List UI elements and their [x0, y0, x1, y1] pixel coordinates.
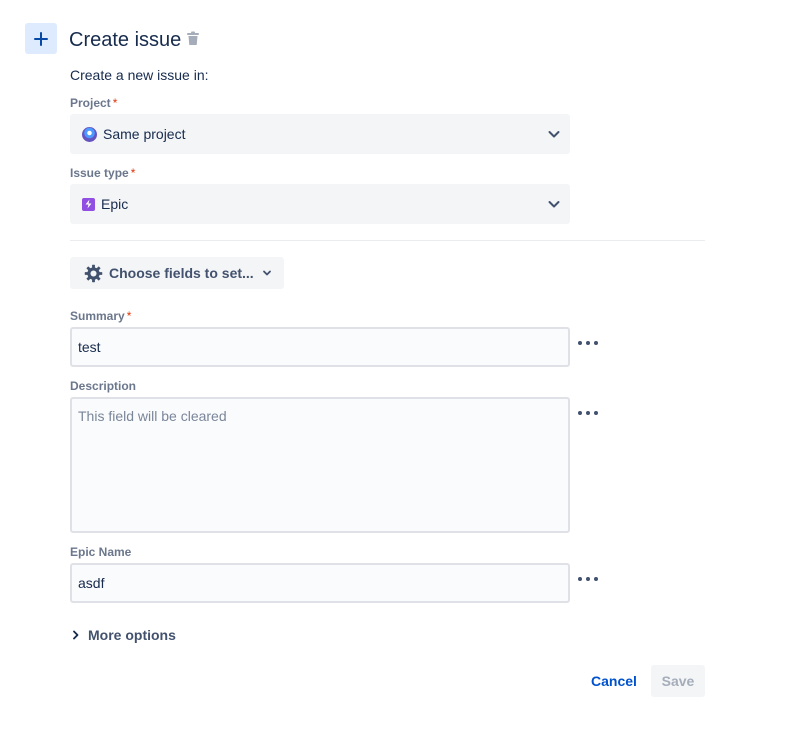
save-button[interactable]: Save — [651, 665, 705, 697]
required-mark: * — [112, 96, 118, 110]
issue-type-select-value: Epic — [101, 196, 129, 212]
summary-more-actions-button[interactable] — [578, 337, 598, 349]
project-avatar-icon — [82, 126, 97, 142]
description-label: Description — [70, 379, 137, 393]
more-options-label: More options — [88, 627, 176, 643]
project-select[interactable]: Same project — [70, 114, 570, 154]
summary-input[interactable]: test — [70, 327, 570, 367]
page-title: Create issue — [69, 29, 182, 51]
description-textarea[interactable]: This field will be cleared — [70, 397, 570, 533]
choose-fields-label: Choose fields to set... — [109, 265, 254, 281]
plus-icon[interactable] — [25, 23, 57, 54]
required-mark: * — [126, 309, 132, 323]
trash-icon[interactable] — [186, 31, 200, 46]
more-options-toggle[interactable]: More options — [72, 626, 176, 644]
divider — [70, 240, 705, 241]
chevron-down-icon — [548, 201, 560, 208]
chevron-down-icon — [548, 131, 560, 138]
chevron-down-icon — [262, 270, 271, 276]
required-mark: * — [130, 166, 136, 180]
cancel-button[interactable]: Cancel — [585, 665, 643, 697]
description-more-actions-button[interactable] — [578, 407, 598, 419]
project-label: Project * — [70, 96, 118, 110]
intro-text: Create a new issue in: — [70, 67, 209, 83]
choose-fields-button[interactable]: Choose fields to set... — [70, 257, 284, 289]
epic-name-input[interactable]: asdf — [70, 563, 570, 603]
create-issue-panel: Create issue Create a new issue in: Proj… — [0, 0, 790, 740]
gear-icon — [84, 264, 103, 282]
chevron-right-icon — [73, 630, 79, 640]
issue-type-select[interactable]: Epic — [70, 184, 570, 224]
summary-label: Summary * — [70, 309, 132, 323]
epic-name-label: Epic Name — [70, 545, 132, 559]
project-select-value: Same project — [103, 126, 186, 142]
epic-icon — [82, 197, 95, 211]
epic-name-more-actions-button[interactable] — [578, 573, 598, 585]
issue-type-label: Issue type * — [70, 166, 136, 180]
